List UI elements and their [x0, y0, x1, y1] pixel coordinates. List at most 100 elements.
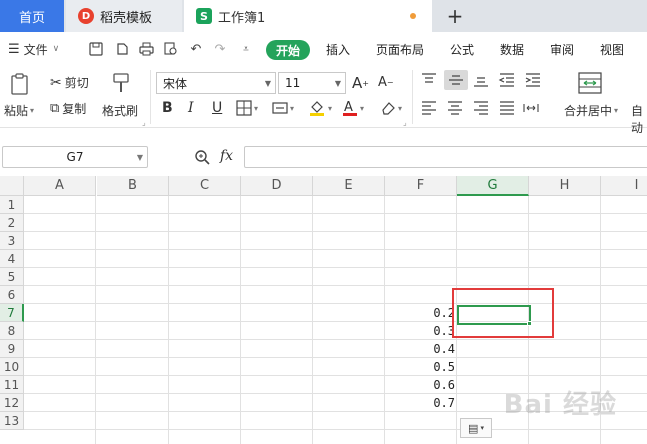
- clear-format-button[interactable]: ▾: [380, 100, 402, 116]
- redo-icon[interactable]: ↷: [212, 41, 228, 57]
- file-menu-button[interactable]: ☰ 文件 ∨: [8, 39, 59, 59]
- column-header-a[interactable]: A: [24, 176, 96, 196]
- fx-button[interactable]: fx: [220, 148, 233, 164]
- fill-bucket-icon: [310, 101, 324, 116]
- cell-f10[interactable]: 0.5: [385, 360, 455, 374]
- grid-column-line: [95, 196, 96, 444]
- align-right-icon[interactable]: [472, 100, 490, 116]
- paste-options-button[interactable]: ▤ ▾: [460, 418, 492, 438]
- baidu-watermark: Bai 经验: [503, 390, 617, 420]
- tab-workbook[interactable]: S 工作簿1: [184, 0, 432, 32]
- paste-button[interactable]: 粘贴 ▾: [4, 102, 34, 119]
- grid-row-line: [24, 339, 647, 340]
- distribute-icon[interactable]: [522, 100, 540, 116]
- customize-toolbar-icon[interactable]: ⩡: [238, 41, 254, 57]
- clipboard-expand-icon[interactable]: ⌟: [142, 118, 146, 127]
- align-top-icon[interactable]: [420, 72, 438, 88]
- merge-center-icon[interactable]: [578, 72, 602, 94]
- row-header-12[interactable]: 12: [0, 394, 24, 412]
- cell-f7[interactable]: 0.2: [385, 306, 455, 320]
- format-painter-icon[interactable]: [110, 72, 132, 94]
- grid-column-line: [312, 196, 313, 444]
- row-header-13[interactable]: 13: [0, 412, 24, 430]
- print-icon[interactable]: [138, 41, 154, 57]
- svg-text:A: A: [344, 100, 353, 115]
- italic-button[interactable]: I: [188, 100, 194, 116]
- tab-start[interactable]: 开始: [266, 40, 310, 60]
- tab-start-label: 开始: [275, 43, 300, 58]
- font-name-select[interactable]: 宋体 ▼: [156, 72, 276, 94]
- row-header-1[interactable]: 1: [0, 196, 24, 214]
- formula-input[interactable]: [244, 146, 647, 168]
- tab-template[interactable]: D 稻壳模板: [66, 0, 182, 32]
- align-center-icon[interactable]: [446, 100, 464, 116]
- borders-button[interactable]: ▾: [236, 100, 258, 116]
- cell-f9[interactable]: 0.4: [385, 342, 455, 356]
- cell-f8[interactable]: 0.3: [385, 324, 455, 338]
- column-header-b[interactable]: B: [97, 176, 169, 196]
- column-header-h[interactable]: H: [529, 176, 601, 196]
- cell-f12[interactable]: 0.7: [385, 396, 455, 410]
- row-header-5[interactable]: 5: [0, 268, 24, 286]
- column-header-i[interactable]: I: [601, 176, 647, 196]
- select-all-corner[interactable]: [0, 176, 24, 196]
- column-header-c[interactable]: C: [169, 176, 241, 196]
- align-left-icon[interactable]: [420, 100, 438, 116]
- row-header-9[interactable]: 9: [0, 340, 24, 358]
- copy-button[interactable]: ⧉ 复制: [50, 100, 86, 117]
- font-color-button[interactable]: A ▾: [342, 99, 364, 117]
- format-painter-button[interactable]: 格式刷: [102, 102, 138, 119]
- name-box[interactable]: G7 ▼: [2, 146, 148, 168]
- merge-center-button[interactable]: 合并居中 ▾: [564, 102, 618, 119]
- row-header-8[interactable]: 8: [0, 322, 24, 340]
- row-header-2[interactable]: 2: [0, 214, 24, 232]
- row-header-3[interactable]: 3: [0, 232, 24, 250]
- row-header-7[interactable]: 7: [0, 304, 24, 322]
- font-color-icon: A: [343, 100, 357, 116]
- tab-home[interactable]: 首页: [0, 0, 64, 32]
- zoom-search-icon[interactable]: [194, 149, 210, 168]
- column-header-g[interactable]: G: [457, 176, 529, 196]
- decrease-font-icon[interactable]: A −: [378, 75, 394, 90]
- font-expand-icon[interactable]: ⌟: [403, 118, 407, 127]
- print-preview-icon[interactable]: [163, 41, 179, 57]
- grid-row-line: [24, 429, 647, 430]
- align-middle-icon[interactable]: [444, 70, 468, 90]
- cell-f11[interactable]: 0.6: [385, 378, 455, 392]
- plus-icon: +: [446, 4, 464, 28]
- chevron-down-icon: ▾: [290, 103, 295, 113]
- increase-indent-icon[interactable]: [524, 72, 542, 88]
- export-icon[interactable]: [114, 41, 130, 57]
- auto-wrap-button[interactable]: 自动: [631, 102, 647, 136]
- row-header-4[interactable]: 4: [0, 250, 24, 268]
- column-header-f[interactable]: F: [385, 176, 457, 196]
- fill-color-button[interactable]: ▾: [308, 99, 332, 117]
- tab-data[interactable]: 数据: [500, 41, 524, 58]
- cut-button[interactable]: ✂ 剪切: [50, 74, 89, 91]
- font-size-select[interactable]: 11 ▼: [278, 72, 346, 94]
- tab-formula[interactable]: 公式: [450, 41, 474, 58]
- save-icon[interactable]: [88, 41, 104, 57]
- column-header-e[interactable]: E: [313, 176, 385, 196]
- tab-view[interactable]: 视图: [600, 41, 624, 58]
- new-tab-button[interactable]: +: [440, 0, 470, 32]
- justify-icon[interactable]: [498, 100, 516, 116]
- column-header-d[interactable]: D: [241, 176, 313, 196]
- undo-icon[interactable]: ↶: [188, 41, 204, 57]
- tab-review[interactable]: 审阅: [550, 41, 574, 58]
- underline-button[interactable]: U: [212, 100, 222, 116]
- row-header-6[interactable]: 6: [0, 286, 24, 304]
- tab-insert[interactable]: 插入: [326, 41, 350, 58]
- paste-icon[interactable]: [8, 72, 32, 96]
- decrease-indent-icon[interactable]: [498, 72, 516, 88]
- increase-font-icon[interactable]: A +: [352, 74, 369, 92]
- align-bottom-icon[interactable]: [472, 72, 490, 88]
- cell-style-button[interactable]: ▾: [272, 100, 294, 116]
- name-box-value: G7: [66, 150, 84, 164]
- bold-button[interactable]: B: [162, 100, 173, 116]
- tab-page-layout[interactable]: 页面布局: [376, 41, 424, 58]
- row-header-10[interactable]: 10: [0, 358, 24, 376]
- chevron-down-icon: ▾: [480, 424, 484, 432]
- grid-row-line: [24, 231, 647, 232]
- row-header-11[interactable]: 11: [0, 376, 24, 394]
